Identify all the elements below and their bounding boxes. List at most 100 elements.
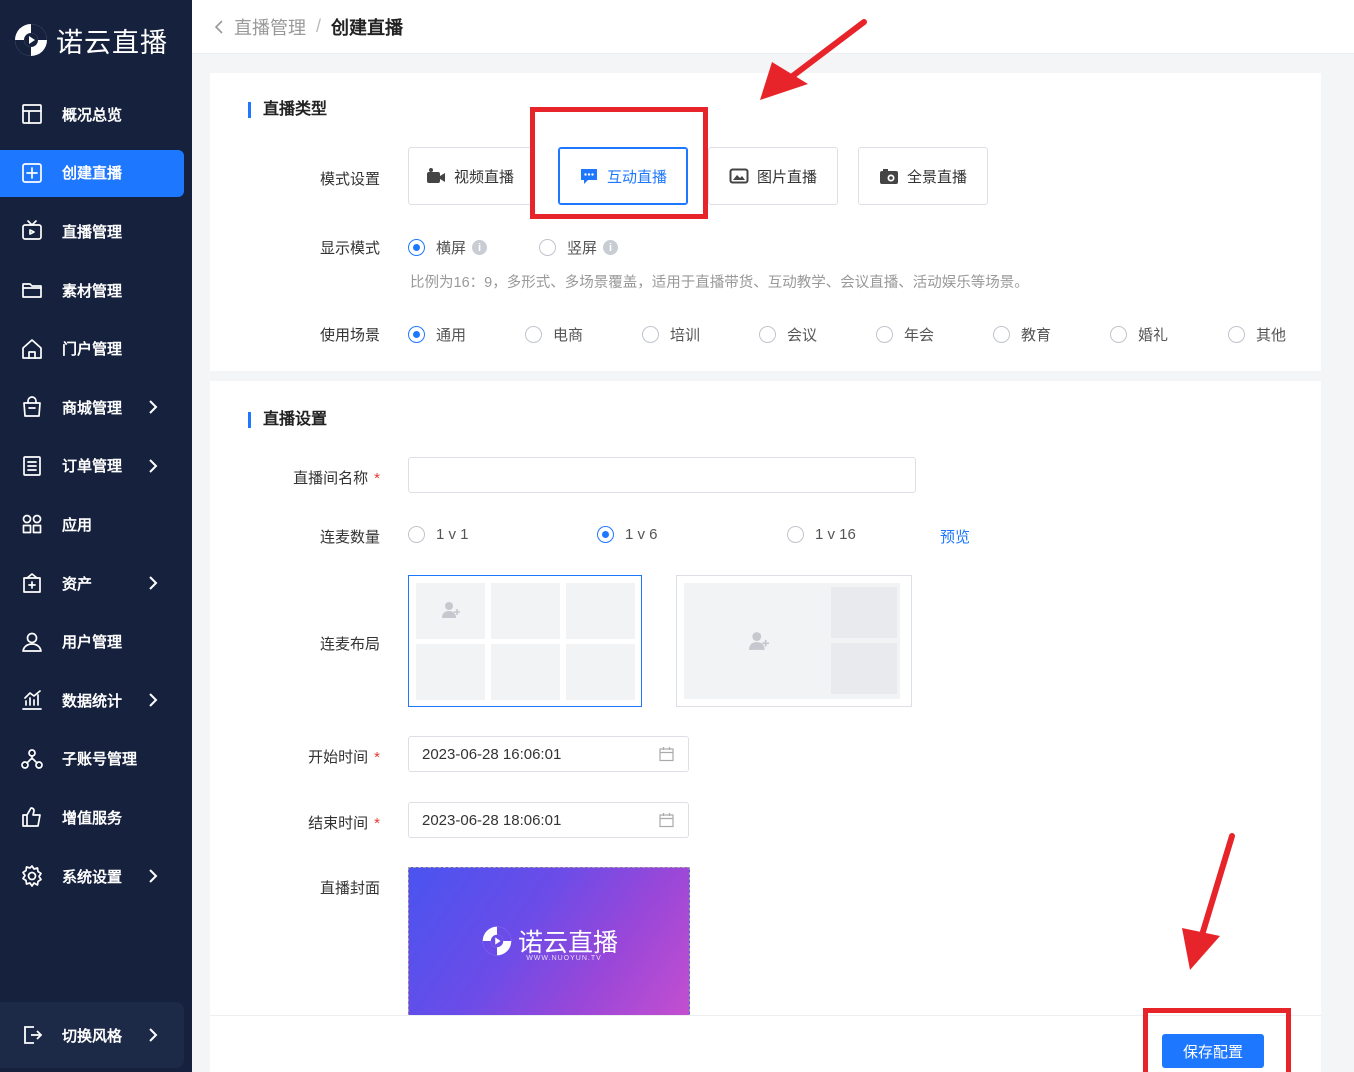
mode-video-button[interactable]: 视频直播	[408, 147, 532, 205]
mode-panorama-button[interactable]: 全景直播	[858, 147, 988, 205]
breadcrumb-current: 创建直播	[331, 17, 404, 38]
brand-name: 诺云直播	[56, 27, 168, 59]
brand-logo[interactable]: 诺云直播	[12, 18, 168, 62]
scene-radio[interactable]: 其他	[1228, 324, 1286, 345]
gear-icon	[22, 865, 42, 887]
sidebar-item-label: 资产	[62, 575, 93, 593]
cover-image-upload[interactable]: 诺云直播 WWW.NUOYUN.TV	[408, 867, 690, 1017]
layout-cell	[566, 583, 635, 639]
chevron-right-icon	[149, 459, 158, 473]
display-portrait-radio[interactable]: 竖屏 i	[539, 237, 619, 258]
sidebar-item-tv[interactable]: 直播管理	[0, 202, 192, 261]
end-time-label: 结束时间 *	[210, 812, 380, 833]
thumb-up-icon	[22, 807, 41, 828]
live-settings-card: 直播设置 直播间名称 * 连麦数量 1 v 1 1 v 6 1 v 16 预览 连…	[210, 381, 1321, 1072]
list-icon	[23, 456, 41, 476]
scene-radio[interactable]: 通用	[408, 324, 466, 345]
sidebar-item-label: 直播管理	[62, 223, 123, 241]
scene-radio[interactable]: 会议	[759, 324, 817, 345]
live-settings-title: 直播设置	[248, 412, 327, 428]
brand-logo-icon	[15, 24, 47, 56]
chevron-right-icon	[149, 576, 158, 590]
scene-radio[interactable]: 培训	[642, 324, 700, 345]
chevron-left-icon[interactable]	[212, 19, 226, 34]
sidebar-item-shopping-bag[interactable]: 商城管理	[0, 378, 192, 437]
radio-dot	[539, 239, 556, 256]
sidebar-item-gear[interactable]: 系统设置	[0, 847, 192, 906]
sidebar-item-chart[interactable]: 数据统计	[0, 671, 192, 730]
mode-image-button[interactable]: 图片直播	[708, 147, 838, 205]
required-mark: *	[374, 470, 380, 487]
radio-dot	[787, 526, 804, 543]
start-time-label-text: 开始时间	[308, 749, 369, 766]
sidebar-item-label: 商城管理	[62, 399, 123, 417]
scene-radio-label: 通用	[436, 327, 467, 344]
calendar-icon	[659, 813, 674, 828]
org-icon	[21, 748, 43, 769]
info-icon[interactable]: i	[472, 240, 488, 255]
cover-url: WWW.NUOYUN.TV	[526, 954, 602, 962]
mic-1v1-radio[interactable]: 1 v 1	[408, 526, 469, 543]
user-icon	[22, 632, 42, 652]
sidebar-item-label: 系统设置	[62, 868, 123, 886]
folder-icon	[22, 283, 42, 298]
cover-brand-name: 诺云直播	[517, 927, 618, 957]
chevron-right-icon	[149, 400, 158, 414]
breadcrumb-separator: /	[316, 16, 322, 36]
sidebar-item-label: 增值服务	[62, 809, 123, 827]
cover-label: 直播封面	[319, 880, 380, 897]
radio-dot	[408, 239, 425, 256]
start-time-picker[interactable]: 2023-06-28 16:06:01	[408, 736, 689, 772]
switch-style-button[interactable]: 切换风格	[0, 1002, 184, 1068]
preview-link[interactable]: 预览	[940, 526, 970, 547]
breadcrumb-parent[interactable]: 直播管理	[234, 14, 306, 40]
sidebar-item-list[interactable]: 订单管理	[0, 437, 192, 496]
sidebar-item-folder[interactable]: 素材管理	[0, 261, 192, 320]
wallet-icon	[23, 573, 41, 593]
end-time-value: 2023-06-28 18:06:01	[422, 811, 562, 829]
mic-1v6-label: 1 v 6	[625, 526, 658, 543]
sidebar-item-wallet[interactable]: 资产	[0, 554, 192, 613]
scene-radio[interactable]: 婚礼	[1110, 324, 1168, 345]
radio-dot	[642, 326, 659, 343]
sidebar-item-dashboard[interactable]: 概况总览	[0, 85, 192, 144]
brand-logo-icon	[482, 926, 512, 955]
person-icon	[749, 632, 769, 650]
radio-dot	[1228, 326, 1245, 343]
scene-radio-label: 电商	[553, 327, 584, 344]
sidebar-item-label: 素材管理	[62, 282, 123, 300]
panorama-camera-icon	[879, 169, 898, 184]
switch-style-label: 切换风格	[62, 1027, 123, 1045]
required-mark: *	[374, 749, 380, 766]
radio-dot	[525, 326, 542, 343]
sidebar-item-org[interactable]: 子账号管理	[0, 730, 192, 789]
info-icon[interactable]: i	[603, 240, 619, 255]
chevron-right-icon	[149, 1028, 158, 1042]
start-time-label: 开始时间 *	[210, 746, 380, 767]
layout-main-side-option[interactable]	[676, 575, 912, 707]
sidebar-item-thumb-up[interactable]: 增值服务	[0, 788, 192, 847]
scene-radio[interactable]: 教育	[993, 324, 1051, 345]
live-type-card: 直播类型 模式设置 视频直播 互动直播 图片直播 全景直播 显示模式 横屏 i …	[210, 73, 1321, 371]
radio-dot	[993, 326, 1010, 343]
calendar-icon	[659, 747, 674, 762]
display-landscape-label: 横屏	[436, 240, 467, 257]
sidebar-item-home[interactable]: 门户管理	[0, 319, 192, 378]
mic-1v6-radio[interactable]: 1 v 6	[597, 526, 658, 543]
sidebar-item-plus-square[interactable]: 创建直播	[0, 144, 192, 203]
end-time-picker[interactable]: 2023-06-28 18:06:01	[408, 802, 689, 838]
room-name-input[interactable]	[408, 457, 916, 493]
display-landscape-radio[interactable]: 横屏 i	[408, 237, 488, 258]
live-type-title: 直播类型	[248, 102, 327, 118]
layout-grid-option[interactable]	[408, 575, 642, 707]
apps-grid-icon	[22, 515, 42, 534]
sidebar-item-apps-grid[interactable]: 应用	[0, 495, 192, 554]
sidebar-item-label: 门户管理	[62, 341, 123, 359]
sidebar-item-user[interactable]: 用户管理	[0, 612, 192, 671]
scene-radio[interactable]: 年会	[876, 324, 934, 345]
mode-label: 模式设置	[319, 171, 380, 188]
mic-count-label: 连麦数量	[319, 529, 380, 546]
mic-1v16-radio[interactable]: 1 v 16	[787, 526, 856, 543]
scene-radio[interactable]: 电商	[525, 324, 583, 345]
scene-radio-label: 年会	[904, 327, 935, 344]
